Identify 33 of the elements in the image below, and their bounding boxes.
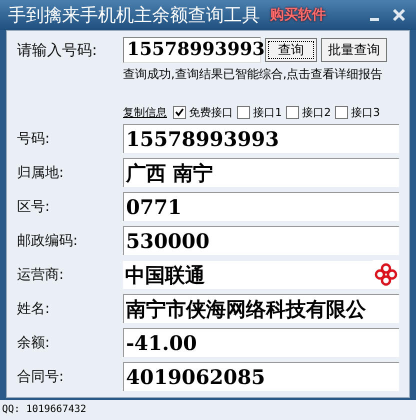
interface-checkbox[interactable]: 接口1 (237, 105, 282, 120)
checkbox-box[interactable] (237, 106, 250, 119)
interface-checkbox[interactable]: 接口3 (335, 105, 380, 120)
field-label: 号码: (17, 130, 51, 148)
window-title: 手到擒来手机机主余额查询工具 (8, 4, 260, 27)
close-icon[interactable] (392, 8, 406, 22)
info-field[interactable]: 南宁市侠海网络科技有限公 (123, 294, 399, 323)
field-label: 邮政编码: (17, 232, 79, 250)
field-label: 区号: (17, 198, 51, 216)
info-field[interactable]: 0771 (123, 192, 399, 221)
batch-query-button[interactable]: 批量查询 (321, 38, 387, 62)
copy-link[interactable]: 复制信息 (123, 105, 167, 120)
checkbox-box[interactable] (286, 106, 299, 119)
phone-label: 请输入号码: (17, 40, 98, 60)
info-field[interactable]: 15578993993 (123, 124, 399, 153)
field-label: 合同号: (17, 368, 65, 386)
query-button[interactable]: 查询 (265, 38, 317, 62)
interface-checkbox[interactable]: 免费接口 (173, 105, 233, 120)
status-text: QQ: 1019667432 (0, 400, 416, 420)
knot-logo-icon (373, 260, 399, 289)
info-field[interactable]: -41.00 (123, 328, 399, 357)
checkbox-box[interactable] (173, 106, 186, 119)
info-field[interactable]: 4019062085 (123, 362, 399, 391)
field-label: 归属地: (17, 164, 65, 182)
checkbox-box[interactable] (335, 106, 348, 119)
status-message: 查询成功,查询结果已智能综合,点击查看详细报告 (123, 66, 384, 83)
carrier-field[interactable]: 中国联通 (123, 260, 373, 288)
field-label: 姓名: (17, 300, 51, 318)
info-field[interactable]: 广西 南宁 (123, 158, 399, 187)
interface-checkbox[interactable]: 接口2 (286, 105, 331, 120)
field-label: 余额: (17, 334, 51, 352)
info-field[interactable]: 530000 (123, 226, 399, 255)
field-label: 运营商: (17, 266, 65, 284)
